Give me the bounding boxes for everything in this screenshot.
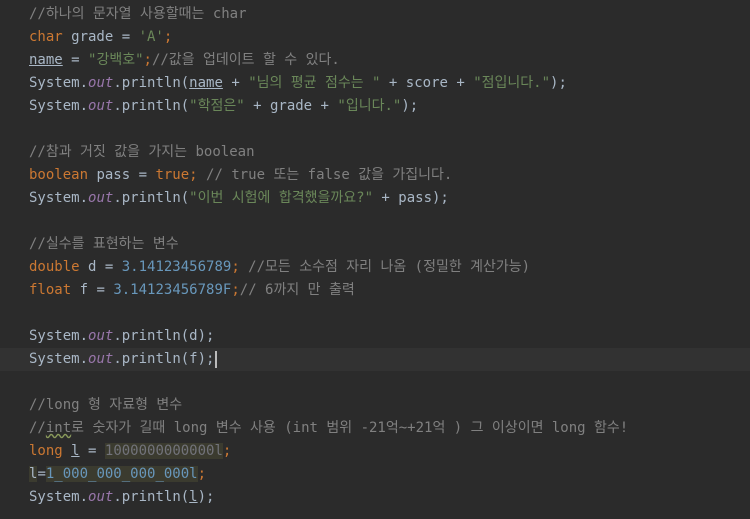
code-token: "학점은": [189, 98, 245, 114]
code-token: System.: [29, 489, 89, 505]
code-line[interactable]: [0, 210, 750, 233]
code-token: // 6까지 만 출력: [239, 282, 355, 298]
code-token: 3.14123456789F: [113, 282, 232, 298]
code-token: ;: [222, 443, 232, 459]
code-token: + grade +: [244, 98, 338, 114]
code-line[interactable]: char grade = 'A';: [0, 26, 750, 49]
code-token: out: [88, 351, 114, 367]
code-token: .println(: [113, 98, 190, 114]
code-token: + score +: [380, 75, 474, 91]
code-token: grade =: [62, 29, 139, 45]
code-token: ;: [231, 282, 240, 298]
code-line[interactable]: System.out.println(f);: [0, 348, 750, 371]
code-token: float: [29, 282, 72, 298]
code-token: ;: [189, 167, 207, 183]
code-editor[interactable]: //하나의 문자열 사용할때는 char char grade = 'A'; nam…: [0, 0, 750, 519]
code-line[interactable]: [0, 118, 750, 141]
code-token: .println(: [113, 75, 190, 91]
code-token: true: [155, 167, 190, 183]
code-line[interactable]: //int로 숫자가 길때 long 변수 사용 (int 범위 -21억~+2…: [0, 417, 750, 440]
code-token: System.: [29, 190, 89, 206]
code-token: "강백호": [88, 52, 144, 68]
code-line[interactable]: [0, 302, 750, 325]
code-line[interactable]: //long 형 자료형 변수: [0, 394, 750, 417]
code-token: //모든 소수점 자리 나옴 (정밀한 계산가능): [248, 259, 531, 275]
code-token: 1000000000000l: [104, 443, 223, 459]
code-token: "님의 평균 점수는 ": [248, 75, 381, 91]
code-token: f =: [71, 282, 114, 298]
code-token: // true 또는 false 값을 가집니다.: [206, 167, 453, 183]
code-line[interactable]: System.out.println(l);: [0, 486, 750, 509]
code-token: out: [88, 190, 114, 206]
code-line[interactable]: float f = 3.14123456789F;// 6까지 만 출력: [0, 279, 750, 302]
code-token: .println(f);: [113, 351, 215, 367]
code-token: pass =: [88, 167, 156, 183]
code-token: l: [189, 489, 198, 505]
code-token: out: [88, 489, 114, 505]
code-token: name: [189, 75, 223, 91]
code-token: ;: [231, 259, 249, 275]
code-token: char: [29, 29, 63, 45]
text-caret: [215, 350, 218, 368]
code-token: //값을 업데이트 할 수 있다.: [151, 52, 340, 68]
code-token: );: [197, 489, 215, 505]
code-token: 로 숫자가 길때 long 변수 사용 (int 범위 -21억~+21억 ) …: [71, 420, 629, 436]
code-token: ;: [163, 29, 173, 45]
code-token: System.: [29, 351, 89, 367]
code-token: );: [401, 98, 419, 114]
code-token: 3.14123456789: [121, 259, 232, 275]
code-token: d =: [79, 259, 122, 275]
code-token: System.: [29, 75, 89, 91]
code-token: .println(d);: [113, 328, 215, 344]
code-token: long: [29, 443, 63, 459]
code-token: //: [29, 420, 46, 436]
code-token: .println(: [113, 190, 190, 206]
code-token: out: [88, 98, 114, 114]
code-line[interactable]: System.out.println(d);: [0, 325, 750, 348]
code-line[interactable]: long l = 1000000000000l;: [0, 440, 750, 463]
code-line[interactable]: System.out.println(name + "님의 평균 점수는 " +…: [0, 72, 750, 95]
code-line[interactable]: //하나의 문자열 사용할때는 char: [0, 3, 750, 26]
code-line[interactable]: System.out.println("학점은" + grade + "입니다.…: [0, 95, 750, 118]
code-token: System.: [29, 98, 89, 114]
code-token: name: [29, 52, 63, 68]
code-token: ;: [143, 52, 152, 68]
code-token: .println(: [113, 489, 190, 505]
code-token: //실수를 표현하는 변수: [29, 236, 179, 252]
code-token: "입니다.": [337, 98, 402, 114]
code-token: +: [222, 75, 249, 91]
code-token: System.: [29, 328, 89, 344]
code-token: =: [62, 52, 89, 68]
code-token: 1_000_000_000_000l: [45, 466, 198, 482]
code-token: boolean: [29, 167, 89, 183]
code-token: ;: [197, 466, 207, 482]
code-token: 'A': [138, 29, 164, 45]
code-line[interactable]: name = "강백호";//값을 업데이트 할 수 있다.: [0, 49, 750, 72]
code-line[interactable]: double d = 3.14123456789; //모든 소수점 자리 나옴…: [0, 256, 750, 279]
code-token: //long 형 자료형 변수: [29, 397, 183, 413]
code-token: //하나의 문자열 사용할때는 char: [29, 6, 247, 22]
code-token: );: [550, 75, 567, 91]
code-line[interactable]: boolean pass = true; // true 또는 false 값을…: [0, 164, 750, 187]
code-token: //참과 거짓 값을 가지는 boolean: [29, 144, 255, 160]
code-line[interactable]: System.out.println("이번 시험에 합격했을까요?" + pa…: [0, 187, 750, 210]
code-token: out: [88, 328, 114, 344]
code-token: double: [29, 259, 80, 275]
code-line[interactable]: //참과 거짓 값을 가지는 boolean: [0, 141, 750, 164]
code-token: "점입니다.": [473, 75, 551, 91]
code-token: + pass);: [373, 190, 449, 206]
code-line[interactable]: [0, 371, 750, 394]
code-token: l: [71, 443, 80, 459]
code-token: =: [79, 443, 105, 459]
code-line[interactable]: l=1_000_000_000_000l;: [0, 463, 750, 486]
code-token: "이번 시험에 합격했을까요?": [189, 190, 373, 206]
code-token: int: [45, 420, 72, 436]
code-line[interactable]: //실수를 표현하는 변수: [0, 233, 750, 256]
code-token: =: [37, 466, 46, 482]
code-token: out: [88, 75, 114, 91]
